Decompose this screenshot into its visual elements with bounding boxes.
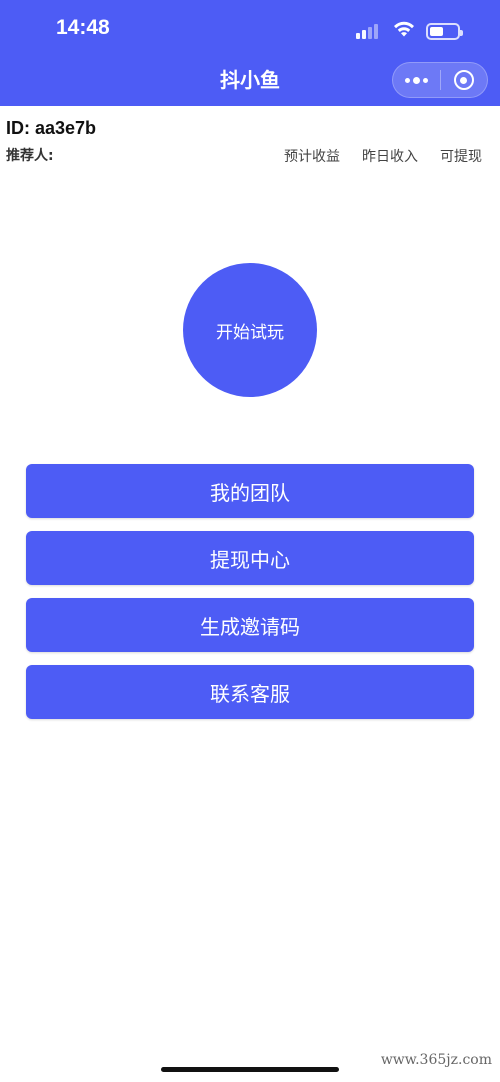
stat-withdrawable: 可提现: [440, 149, 482, 165]
more-button[interactable]: [393, 63, 440, 97]
signal-icon: [356, 23, 382, 39]
contact-service-button[interactable]: 联系客服: [26, 665, 474, 719]
mini-program-capsule: [392, 62, 488, 98]
wifi-icon: [392, 20, 416, 42]
start-trial-button[interactable]: 开始试玩: [183, 263, 317, 397]
app-screen: 14:48 抖小鱼 ID: aa3e7b 推荐人: 预计收益 昨日收入 可提现 …: [0, 0, 500, 1082]
watermark: www.365jz.com: [380, 1052, 492, 1068]
stat-yesterday-income: 昨日收入: [362, 149, 418, 165]
battery-icon: [426, 22, 463, 40]
action-list: 我的团队 提现中心 生成邀请码 联系客服: [26, 464, 474, 719]
home-indicator[interactable]: [161, 1067, 339, 1072]
stats-row: 预计收益 昨日收入 可提现: [284, 146, 482, 166]
status-time: 14:48: [56, 16, 110, 39]
close-target-icon: [453, 70, 474, 90]
top-bar: 14:48 抖小鱼: [0, 0, 500, 106]
close-button[interactable]: [441, 63, 488, 97]
stat-estimated-income: 预计收益: [284, 149, 340, 165]
referrer-label: 推荐人:: [6, 148, 54, 164]
status-icons: [356, 20, 463, 42]
generate-invite-code-button[interactable]: 生成邀请码: [26, 598, 474, 652]
more-icon: [404, 76, 428, 84]
withdraw-center-button[interactable]: 提现中心: [26, 531, 474, 585]
user-id: ID: aa3e7b: [6, 118, 97, 138]
my-team-button[interactable]: 我的团队: [26, 464, 474, 518]
